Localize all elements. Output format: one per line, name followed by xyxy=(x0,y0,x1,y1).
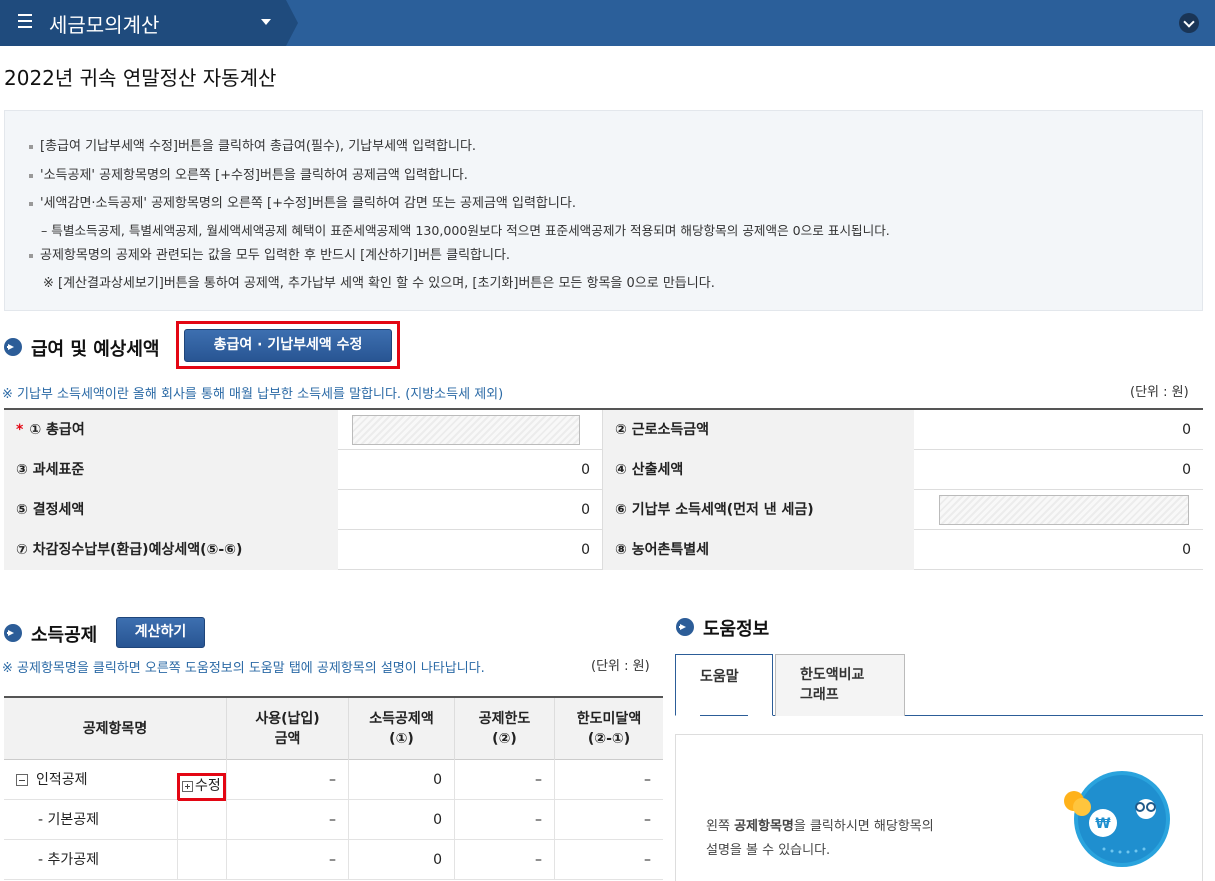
used-amount: – xyxy=(226,800,348,840)
bullet-icon xyxy=(29,253,33,258)
help-section-title: 도움정보 xyxy=(703,619,770,640)
tab-compare-label-1: 한도액비교 xyxy=(800,667,865,683)
required-mark: * xyxy=(16,422,24,438)
total-salary-input[interactable] xyxy=(352,415,580,445)
salary-value: 0 xyxy=(1182,422,1191,438)
top-bar: 세금모의계산 xyxy=(0,0,1215,46)
deduction-table: 공제항목명 사용(납입) 금액 소득공제액 (①) 공제한도 (②) 한도미달액… xyxy=(4,696,663,880)
tab-help-label: 도움말 xyxy=(700,669,739,685)
tab-limit-compare[interactable]: 한도액비교 그래프 xyxy=(775,654,905,716)
table-row: - 추가공제 – 0 – – xyxy=(4,840,663,880)
caret-down-icon[interactable] xyxy=(261,19,271,25)
salary-note: ※ 기납부 소득세액이란 올해 회사를 통해 매월 납부한 소득세를 말합니다.… xyxy=(2,387,504,402)
salary-label: ④ 산출세액 xyxy=(602,450,914,490)
tab-compare-label-2: 그래프 xyxy=(800,687,839,703)
header-shortfall: 한도미달액 (②-①) xyxy=(554,698,663,760)
help-content: 왼쪽 공제항목명을 클릭하시면 해당항목의 설명을 볼 수 있습니다. ₩ xyxy=(675,734,1203,881)
salary-value: 0 xyxy=(581,462,590,478)
plus-icon xyxy=(182,780,193,792)
header-used-amount: 사용(납입) 금액 xyxy=(226,698,348,760)
header-limit: 공제한도 (②) xyxy=(454,698,554,760)
salary-value-cell xyxy=(338,410,602,450)
limit-amount: – xyxy=(454,800,554,840)
salary-value-cell xyxy=(914,490,1203,530)
svg-text:₩: ₩ xyxy=(1095,816,1111,832)
instruction-subline: ※ [계산결과상세보기]버튼을 통하여 공제액, 추가납부 세액 확인 할 수 … xyxy=(43,276,715,291)
edit-cell xyxy=(177,800,227,840)
salary-value: 0 xyxy=(581,502,590,518)
help-text: 왼쪽 공제항목명을 클릭하시면 해당항목의 설명을 볼 수 있습니다. xyxy=(706,819,934,858)
page-title: 2022년 귀속 연말정산 자동계산 xyxy=(4,66,277,90)
instruction-subline: – 특별소득공제, 특별세액공제, 월세액세액공제 혜택이 표준세액공제액 13… xyxy=(41,223,890,238)
header-deduction-amount: 소득공제액 (①) xyxy=(348,698,454,760)
salary-label: ③ 과세표준 xyxy=(4,450,338,490)
table-row: ⑦ 차감징수납부(환급)예상세액(⑤-⑥) 0 ⑧ 농어촌특별세 0 xyxy=(4,530,1203,570)
menu-tab[interactable]: 세금모의계산 xyxy=(0,0,286,46)
used-amount: – xyxy=(226,760,348,800)
instruction-box: [총급여 기납부세액 수정]버튼을 클릭하여 총급여(필수), 기납부세액 입력… xyxy=(4,110,1203,311)
salary-section-title: 급여 및 예상세액 xyxy=(31,339,160,360)
collapse-icon[interactable] xyxy=(16,774,28,786)
chevron-down-icon[interactable] xyxy=(1179,13,1199,33)
table-row: ⑤ 결정세액 0 ⑥ 기납부 소득세액(먼저 낸 세금) xyxy=(4,490,1203,530)
table-row: * ① 총급여 ② 근로소득금액 0 xyxy=(4,410,1203,450)
table-row: ③ 과세표준 0 ④ 산출세액 0 xyxy=(4,450,1203,490)
deduction-item-additional[interactable]: - 추가공제 xyxy=(38,840,178,880)
salary-value: 0 xyxy=(1182,462,1191,478)
instruction-line: '세액감면·소득공제' 공제항목명의 오른쪽 [+수정]버튼을 클릭하여 감면 … xyxy=(29,192,576,211)
salary-label: * ① 총급여 xyxy=(4,410,338,450)
deduction-item-personal[interactable]: 인적공제 xyxy=(16,760,176,800)
salary-value: 0 xyxy=(581,542,590,558)
tab-help[interactable]: 도움말 xyxy=(675,654,773,716)
tab-underline xyxy=(700,715,748,716)
instruction-line: [총급여 기납부세액 수정]버튼을 클릭하여 총급여(필수), 기납부세액 입력… xyxy=(29,135,476,154)
calculate-button[interactable]: 계산하기 xyxy=(116,617,205,648)
bullet-icon xyxy=(29,173,33,178)
instruction-line: 공제항목명의 공제와 관련되는 값을 모두 입력한 후 반드시 [계산하기]버튼… xyxy=(29,244,510,263)
shortfall-amount: – xyxy=(554,800,663,840)
deduction-item-basic[interactable]: - 기본공제 xyxy=(38,800,178,840)
deduction-note: ※ 공제항목명을 클릭하면 오른쪽 도움정보의 도움말 탭에 공제항목의 설명이… xyxy=(2,661,485,676)
salary-label: ⑦ 차감징수납부(환급)예상세액(⑤-⑥) xyxy=(4,530,338,570)
salary-value: 0 xyxy=(1182,542,1191,558)
help-tabs: 도움말 한도액비교 그래프 xyxy=(675,654,1203,716)
shortfall-amount: – xyxy=(554,840,663,880)
salary-label: ⑤ 결정세액 xyxy=(4,490,338,530)
limit-amount: – xyxy=(454,840,554,880)
table-header: 공제항목명 사용(납입) 금액 소득공제액 (①) 공제한도 (②) 한도미달액… xyxy=(4,698,663,760)
edit-cell xyxy=(177,840,227,880)
bullet-icon xyxy=(29,144,33,149)
prepaid-tax-input[interactable] xyxy=(939,495,1189,525)
hamburger-icon[interactable] xyxy=(18,14,32,28)
edit-cell: 수정 xyxy=(177,760,227,801)
tab-arrow-decoration xyxy=(286,0,298,46)
edit-salary-button[interactable]: 총급여 · 기납부세액 수정 xyxy=(184,329,392,362)
limit-amount: – xyxy=(454,760,554,800)
table-row: 인적공제 수정 – 0 – – xyxy=(4,760,663,801)
section-arrow-icon xyxy=(4,624,22,642)
salary-table: * ① 총급여 ② 근로소득금액 0 ③ 과세표준 0 ④ 산출세액 0 ⑤ 결정… xyxy=(4,408,1203,570)
section-arrow-icon xyxy=(4,338,22,356)
deduction-amount: 0 xyxy=(348,760,454,800)
salary-label: ② 근로소득금액 xyxy=(602,410,914,450)
edit-button[interactable]: 수정 xyxy=(177,773,226,801)
deduction-amount: 0 xyxy=(348,800,454,840)
salary-label: ⑧ 농어촌특별세 xyxy=(602,530,914,570)
app-title[interactable]: 세금모의계산 xyxy=(49,9,159,38)
shortfall-amount: – xyxy=(554,760,663,800)
header-item-name: 공제항목명 xyxy=(82,721,148,737)
bullet-icon xyxy=(29,201,33,206)
deduction-amount: 0 xyxy=(348,840,454,880)
deduction-section-title: 소득공제 xyxy=(31,625,98,646)
unit-label: (단위 : 원) xyxy=(1130,385,1189,400)
salary-label: ⑥ 기납부 소득세액(먼저 낸 세금) xyxy=(602,490,914,530)
used-amount: – xyxy=(226,840,348,880)
table-row: - 기본공제 – 0 – – xyxy=(4,800,663,840)
section-arrow-icon xyxy=(676,618,694,636)
unit-label: (단위 : 원) xyxy=(591,659,650,674)
instruction-line: '소득공제' 공제항목명의 오른쪽 [+수정]버튼을 클릭하여 공제금액 입력합… xyxy=(29,164,468,183)
mascot-icon: ₩ xyxy=(1064,771,1170,867)
